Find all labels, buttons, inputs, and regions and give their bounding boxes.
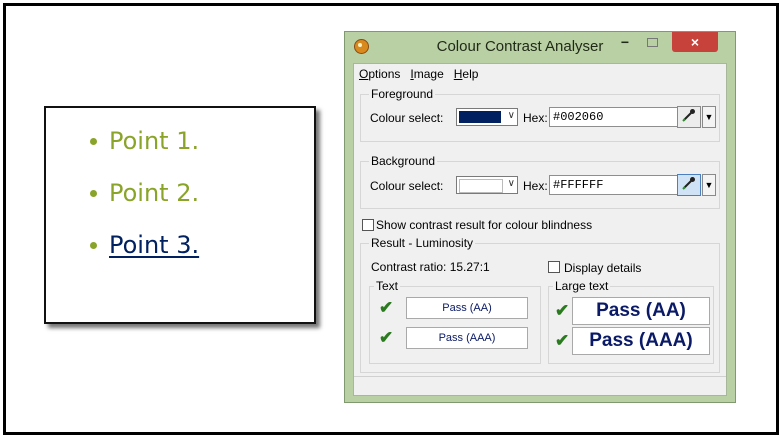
cca-window: Colour Contrast Analyser − × Options Ima… <box>344 31 736 403</box>
bullet-dot-icon <box>90 138 97 145</box>
bullet-point-2: Point 2. <box>90 178 199 230</box>
fg-eyedropper-button[interactable] <box>677 106 701 128</box>
result-group: Result - Luminosity Contrast ratio: 15.2… <box>360 236 720 373</box>
bullet-dot-icon <box>90 190 97 197</box>
fg-hex-input[interactable]: #002060 <box>549 107 693 127</box>
fg-picker-dropdown[interactable]: ▼ <box>702 106 716 128</box>
menu-image[interactable]: Image <box>410 67 443 81</box>
menu-bar: Options Image Help <box>354 64 726 84</box>
maximize-icon <box>646 38 658 47</box>
foreground-group: Foreground Colour select: ∨ Hex: #002060… <box>360 87 720 142</box>
bg-hex-label: Hex: <box>523 179 548 193</box>
large-aa-result: Pass (AA) <box>572 297 710 325</box>
fg-colour-select[interactable]: ∨ <box>456 108 518 126</box>
check-icon: ✔ <box>555 301 570 320</box>
slide-preview: Point 1. Point 2. Point 3. <box>44 106 316 324</box>
window-client: Options Image Help Foreground Colour sel… <box>353 63 727 396</box>
background-legend: Background <box>369 154 438 168</box>
close-button[interactable]: × <box>672 32 718 52</box>
display-details-checkbox[interactable] <box>548 261 560 273</box>
colour-blindness-label[interactable]: Show contrast result for colour blindnes… <box>376 218 592 232</box>
fg-colour-select-label: Colour select: <box>370 111 444 125</box>
menu-options[interactable]: Options <box>359 67 400 81</box>
bullet-point-3-link[interactable]: Point 3. <box>90 230 199 282</box>
contrast-ratio-text: Contrast ratio: 15.27:1 <box>371 260 490 274</box>
chevron-down-icon: ∨ <box>507 110 515 121</box>
text-aa-result: Pass (AA) <box>406 297 528 319</box>
text-legend: Text <box>374 279 401 293</box>
status-bar <box>354 376 726 395</box>
title-bar[interactable]: Colour Contrast Analyser − × <box>345 32 735 61</box>
eyedropper-icon <box>682 177 695 190</box>
check-icon: ✔ <box>379 298 394 317</box>
bullet-list: Point 1. Point 2. Point 3. <box>90 126 199 282</box>
minimize-button[interactable]: − <box>613 32 637 52</box>
check-icon: ✔ <box>555 331 570 350</box>
foreground-legend: Foreground <box>369 87 436 101</box>
bg-swatch-color <box>459 179 503 193</box>
fg-hex-label: Hex: <box>523 111 548 125</box>
bg-colour-select-label: Colour select: <box>370 179 444 193</box>
text-result-group: Text ✔ Pass (AA) ✔ Pass (AAA) <box>369 279 541 364</box>
large-aaa-result: Pass (AAA) <box>572 327 710 355</box>
colour-blindness-checkbox[interactable] <box>362 219 374 231</box>
fg-swatch-color <box>459 111 501 123</box>
bg-picker-dropdown[interactable]: ▼ <box>702 174 716 196</box>
menu-help[interactable]: Help <box>454 67 479 81</box>
text-aaa-result: Pass (AAA) <box>406 327 528 349</box>
large-text-legend: Large text <box>553 279 611 293</box>
large-text-result-group: Large text ✔ Pass (AA) ✔ Pass (AAA) <box>548 279 714 364</box>
bg-hex-input[interactable]: #FFFFFF <box>549 175 693 195</box>
bg-colour-select[interactable]: ∨ <box>456 176 518 194</box>
check-icon: ✔ <box>379 328 394 347</box>
chevron-down-icon: ∨ <box>507 178 515 189</box>
display-details-label[interactable]: Display details <box>564 261 641 275</box>
result-legend: Result - Luminosity <box>369 236 476 250</box>
eyedropper-icon <box>682 109 695 122</box>
bg-eyedropper-button[interactable] <box>677 174 701 196</box>
background-group: Background Colour select: ∨ Hex: #FFFFFF… <box>360 154 720 209</box>
bullet-point-1: Point 1. <box>90 126 199 178</box>
bullet-dot-icon <box>90 242 97 249</box>
maximize-button[interactable] <box>640 32 664 52</box>
